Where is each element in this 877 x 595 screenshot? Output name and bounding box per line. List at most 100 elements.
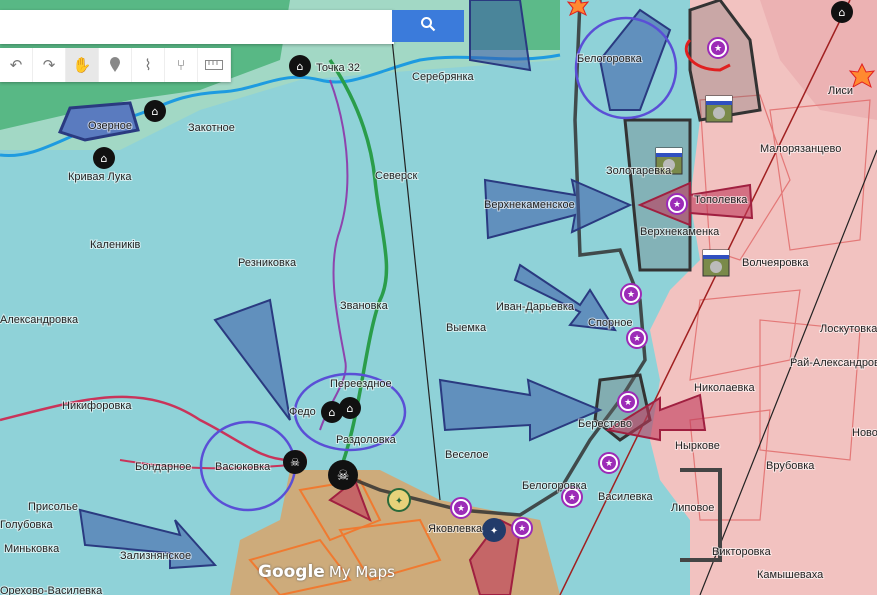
tank-unit-icon: ⌂ (93, 147, 115, 169)
label-vasilevka: Василевка (598, 491, 654, 503)
label-zaliznyanskoe: Зализнянское (120, 550, 191, 562)
map-toolbar: ↶ ↷ ✋ ⌇ ⑂ (0, 48, 231, 82)
russian-unit-flag-icon (702, 249, 730, 277)
label-loskutovka: Лоскутовка (820, 323, 877, 335)
tank-unit-icon: ⌂ (289, 55, 311, 77)
tank-unit-icon: ⌂ (144, 100, 166, 122)
svg-text:★: ★ (627, 290, 635, 300)
label-kamyshevakha: Камышеваха (757, 569, 824, 581)
label-vyemka: Выемка (446, 322, 487, 334)
svg-text:⌂: ⌂ (347, 402, 354, 415)
label-ray-aleksandrovka: Рай-Александровка (790, 357, 877, 369)
label-lisi: Лиси (828, 85, 853, 97)
label-tochka32: Точка 32 (316, 62, 360, 74)
svg-text:★: ★ (714, 44, 722, 54)
label-novo: Ново (852, 427, 877, 439)
label-yakovlevka: Яковлевка (428, 523, 483, 535)
emblem-unit-icon: ✦ (482, 518, 506, 542)
label-aleksandrovka: Александровка (0, 314, 79, 326)
marker-icon[interactable] (99, 48, 132, 82)
label-nikolaevka: Николаевка (694, 382, 755, 394)
label-nyrkovo: Ныркове (675, 440, 720, 452)
svg-text:⌂: ⌂ (101, 152, 108, 165)
route-icon[interactable]: ⑂ (165, 48, 198, 82)
tank-unit-icon: ⌂ (321, 401, 343, 423)
label-zolotarevka: Золотаревка (606, 165, 672, 177)
label-seversk: Северск (375, 170, 418, 182)
label-orekhovo: Орехово-Василевка (0, 585, 103, 595)
label-fedorovka: Федо (289, 406, 316, 418)
unit-icon: ★ (617, 391, 639, 413)
svg-text:★: ★ (457, 504, 465, 514)
svg-text:★: ★ (568, 493, 576, 503)
svg-text:☠: ☠ (290, 456, 300, 469)
unit-icon: ★ (511, 517, 533, 539)
label-topolevka: Тополевка (694, 194, 748, 206)
label-ivano-daryevka: Иван-Дарьевка (496, 301, 575, 313)
label-minkovka: Миньковка (4, 543, 60, 555)
svg-text:★: ★ (518, 524, 526, 534)
redo-icon[interactable]: ↷ (33, 48, 66, 82)
russian-unit-flag-icon (705, 95, 733, 123)
svg-text:✦: ✦ (395, 496, 403, 507)
label-nikiforovka: Никифоровка (62, 400, 132, 412)
unit-icon: ★ (620, 283, 642, 305)
label-berestovoe: Берестово (578, 418, 632, 430)
label-reznikovka: Резниковка (238, 257, 297, 269)
label-belogorovka-south: Белогоровка (522, 480, 588, 492)
label-veseloe: Веселое (445, 449, 488, 461)
label-zvanovka: Звановка (340, 300, 389, 312)
label-prisolye: Присолье (28, 501, 78, 513)
label-golubovka: Голубовка (0, 519, 53, 531)
svg-text:⌂: ⌂ (329, 406, 336, 419)
label-verkhnekamenskoe: Верхнекаменское (484, 199, 575, 211)
svg-text:⌂: ⌂ (152, 105, 159, 118)
unit-icon: ★ (450, 497, 472, 519)
my-maps-wordmark: My Maps (328, 563, 395, 581)
label-volcheyarovka: Волчеяровка (742, 257, 809, 269)
svg-text:☠: ☠ (337, 468, 350, 484)
svg-text:⌂: ⌂ (297, 60, 304, 73)
svg-text:★: ★ (673, 200, 681, 210)
label-belogorovka-north: Белогоровка (577, 53, 643, 65)
label-malorjazantsevo: Малорязанцево (760, 143, 841, 155)
label-bondarnoe: Бондарное (135, 461, 191, 473)
label-vrubovka: Врубовка (766, 460, 815, 472)
label-kaleniki: Калеників (90, 239, 141, 251)
map-canvas[interactable]: ★ ★ ★ ★ ★ ★ ★ ★ ★ ⌂ ⌂ ⌂ ⌂ ⌂ ⌂ ☠ ☠ ✦ ✦ То… (0, 0, 877, 595)
unit-icon: ★ (598, 452, 620, 474)
undo-icon[interactable]: ↶ (0, 48, 33, 82)
search-input[interactable] (0, 10, 394, 44)
search-icon (420, 16, 436, 37)
label-lipovoe: Липовое (671, 502, 714, 514)
svg-text:⌂: ⌂ (839, 6, 846, 19)
label-serebryanka: Серебрянка (412, 71, 475, 83)
svg-text:★: ★ (624, 398, 632, 408)
label-pereezdnoe: Переездное (330, 378, 392, 390)
label-spornoe: Спорное (588, 317, 632, 329)
label-razdolovka: Раздоловка (336, 434, 397, 446)
label-krivaya-luka: Кривая Лука (68, 171, 132, 183)
label-ozernoe: Озерное (88, 120, 132, 132)
google-wordmark: Google (258, 562, 325, 582)
label-vasyukovka: Васюковка (215, 461, 271, 473)
label-zakotnoe: Закотное (188, 122, 235, 134)
label-verkhnekamenka: Верхнекаменка (640, 226, 720, 238)
skull-unit-icon: ☠ (328, 460, 358, 490)
unit-icon: ★ (626, 327, 648, 349)
emblem-unit-icon: ✦ (387, 488, 411, 512)
arrow-serebryanka (469, 0, 532, 72)
svg-text:★: ★ (605, 459, 613, 469)
label-viktorovka: Викторовка (712, 546, 772, 558)
skull-unit-icon: ☠ (283, 450, 307, 474)
tank-unit-icon: ⌂ (831, 1, 853, 23)
line-icon[interactable]: ⌇ (132, 48, 165, 82)
hand-icon[interactable]: ✋ (66, 48, 99, 82)
unit-icon: ★ (707, 37, 729, 59)
search-button[interactable] (392, 10, 464, 42)
ruler-icon[interactable] (198, 48, 231, 82)
unit-icon: ★ (666, 193, 688, 215)
svg-text:★: ★ (633, 334, 641, 344)
svg-text:✦: ✦ (490, 526, 498, 537)
google-my-maps-logo: Google My Maps (258, 562, 395, 582)
